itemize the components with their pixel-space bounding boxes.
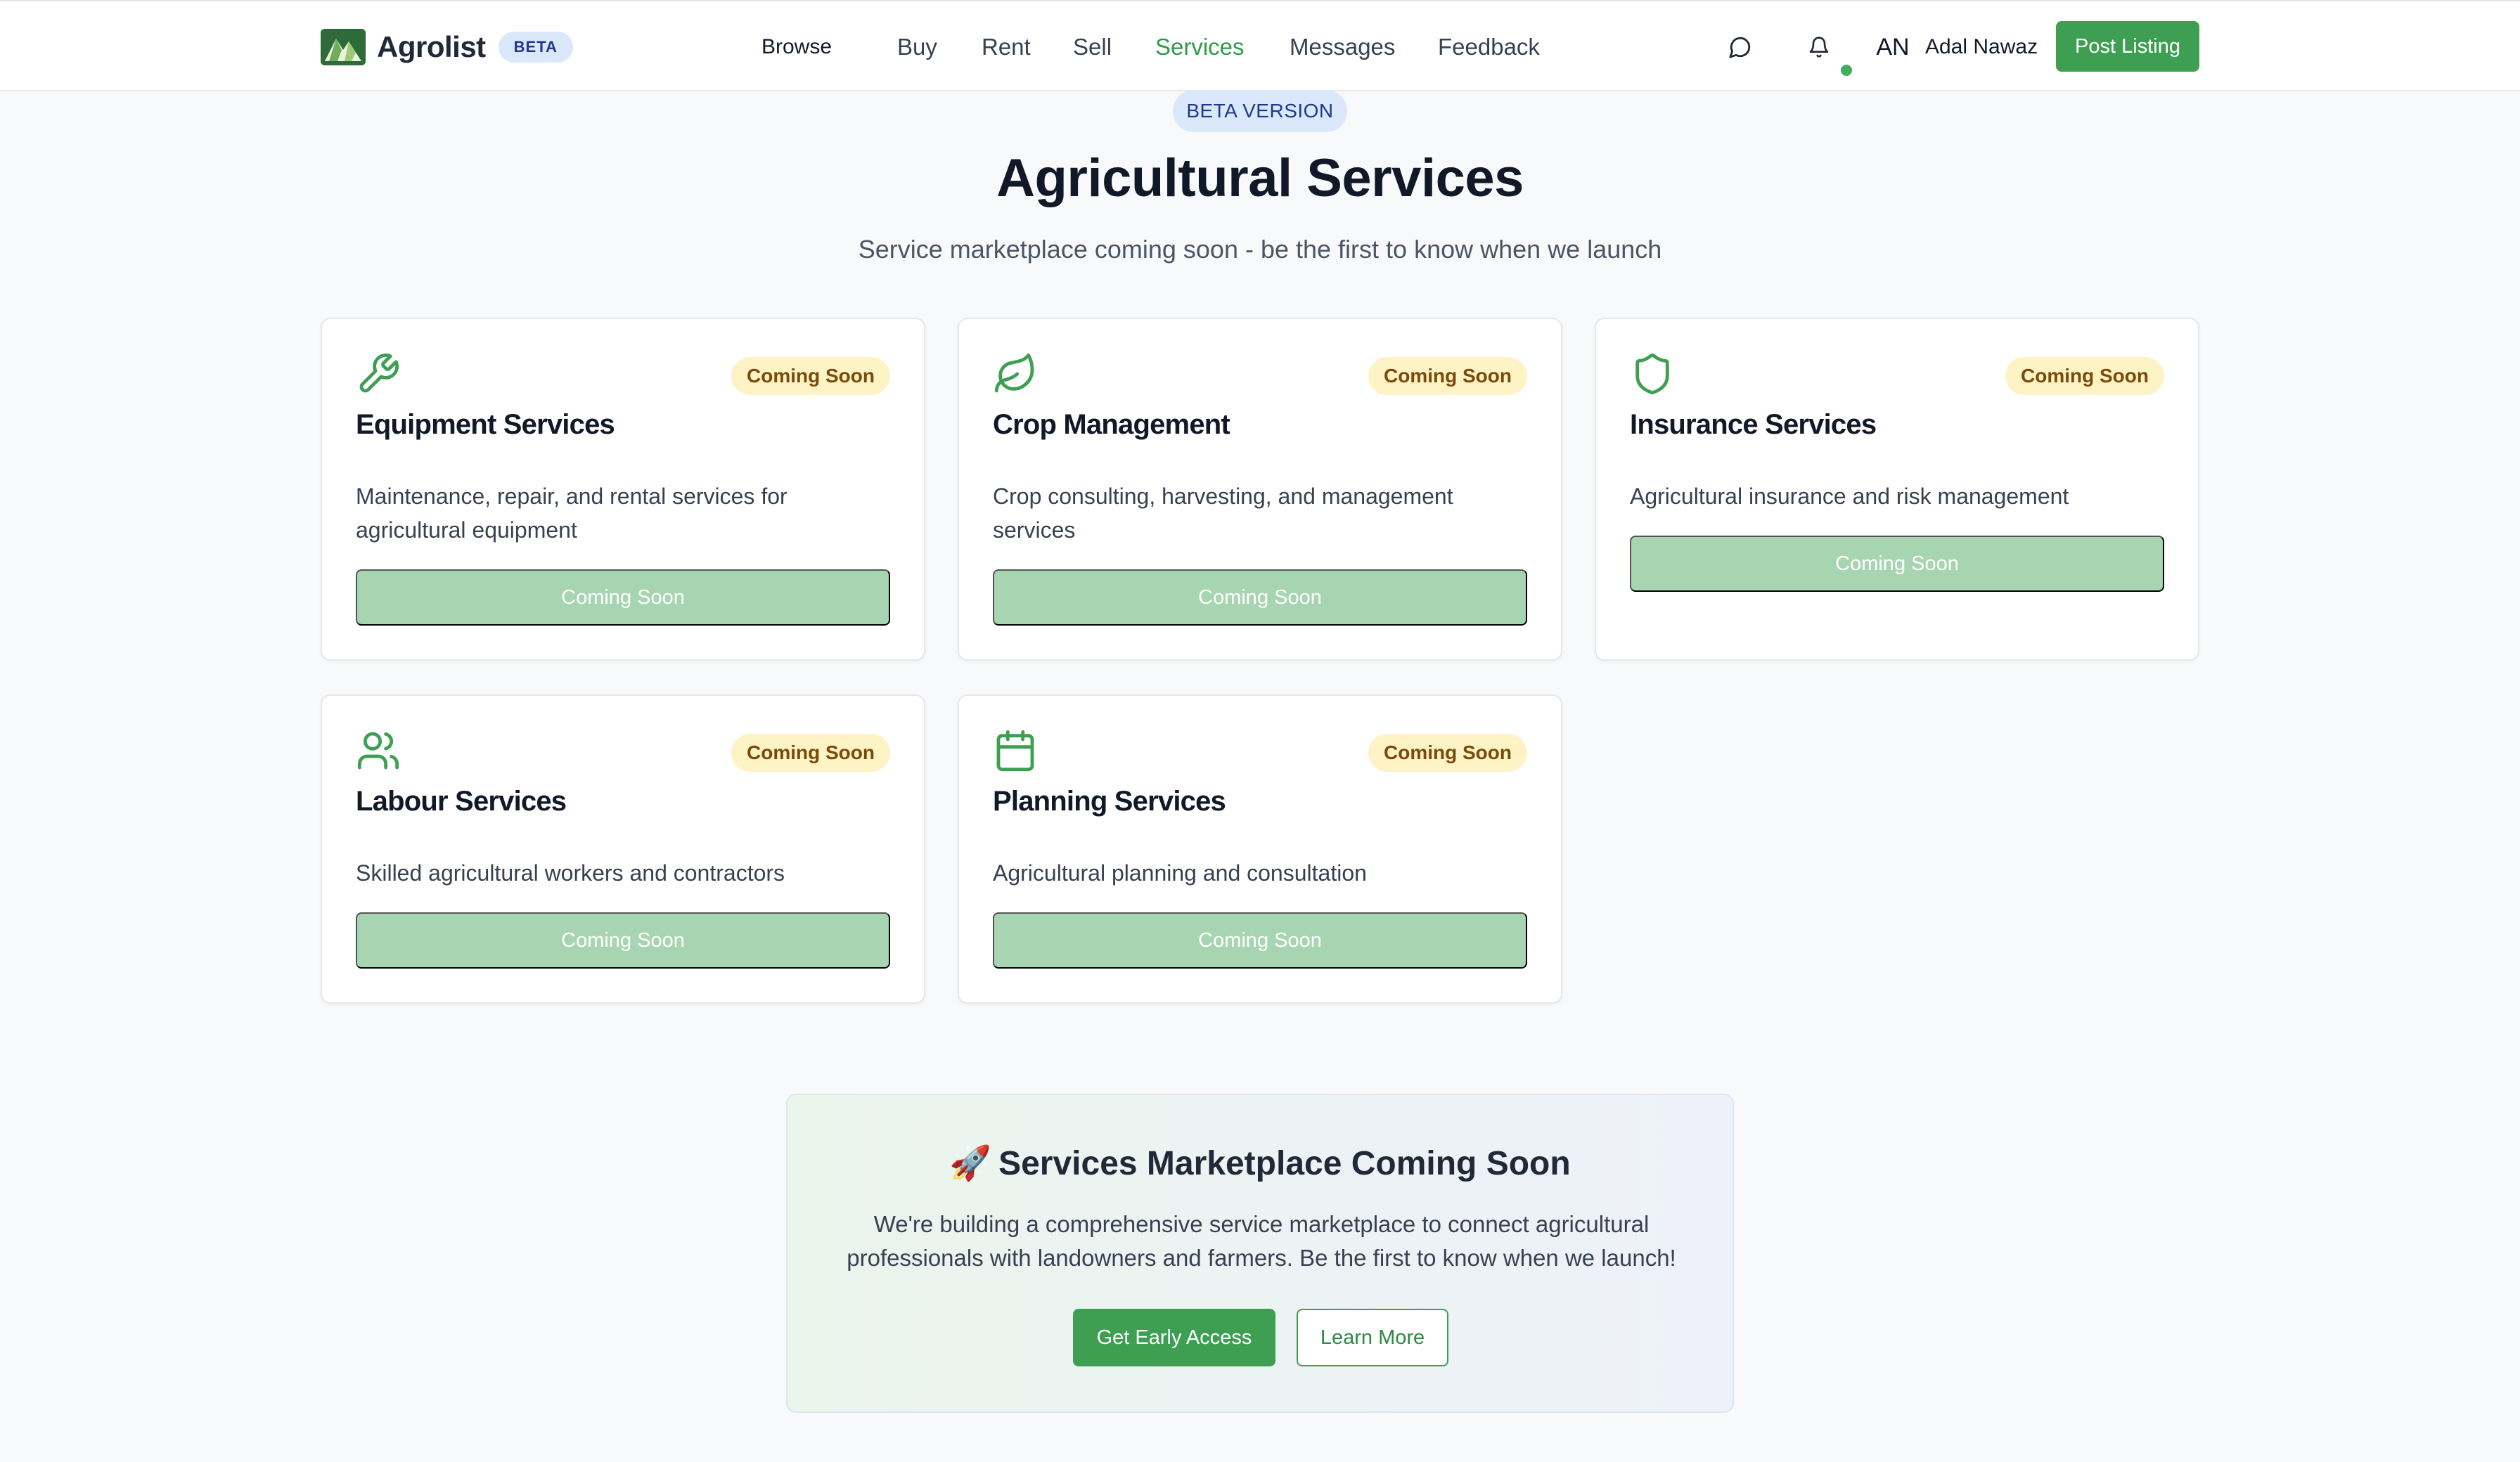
top-navbar: Agrolist BETA Browse Buy Rent Sell Servi… [0, 0, 2520, 91]
beta-badge: BETA [498, 32, 573, 63]
nav-link-browse[interactable]: Browse [761, 30, 832, 65]
leaf-icon [993, 351, 1038, 396]
wrench-icon [356, 351, 401, 396]
brand-name: Agrolist [377, 30, 486, 63]
card-title: Crop Management [993, 409, 1230, 440]
user-name[interactable]: Adal Nawaz [1925, 32, 2038, 62]
coming-soon-button[interactable]: Coming Soon [993, 569, 1527, 626]
coming-soon-badge: Coming Soon [1368, 357, 1527, 395]
get-early-access-button[interactable]: Get Early Access [1073, 1309, 1275, 1366]
card-description: Skilled agricultural workers and contrac… [356, 860, 785, 886]
coming-soon-button[interactable]: Coming Soon [356, 569, 890, 626]
coming-soon-button[interactable]: Coming Soon [356, 912, 890, 969]
card-description: Agricultural insurance and risk manageme… [1630, 484, 2069, 509]
coming-soon-badge: Coming Soon [731, 357, 890, 395]
rocket-icon: 🚀 [949, 1145, 992, 1182]
card-description: Agricultural planning and consultation [993, 860, 1367, 886]
card-title: Labour Services [356, 786, 567, 817]
coming-soon-badge: Coming Soon [1368, 734, 1527, 772]
card-title: Equipment Services [356, 409, 615, 440]
coming-soon-badge: Coming Soon [731, 734, 890, 772]
card-description: Crop consulting, harvesting, and managem… [993, 484, 1453, 543]
post-listing-button[interactable]: Post Listing [2056, 21, 2199, 72]
coming-soon-button[interactable]: Coming Soon [1630, 536, 2164, 592]
service-card-planning: Coming Soon Planning Services Agricultur… [958, 694, 1562, 1004]
card-description: Maintenance, repair, and rental services… [356, 484, 788, 543]
message-icon[interactable] [1723, 30, 1758, 65]
calendar-icon [993, 728, 1038, 773]
service-card-crop: Coming Soon Crop Management Crop consult… [958, 318, 1562, 661]
notification-dot [1841, 65, 1852, 76]
card-title: Insurance Services [1630, 409, 1877, 440]
beta-version-badge: BETA VERSION [1173, 90, 1347, 132]
bell-icon[interactable] [1801, 30, 1837, 65]
nav-link-services[interactable]: Services [1155, 30, 1245, 65]
service-card-labour: Coming Soon Labour Services Skilled agri… [321, 694, 925, 1004]
nav-link-messages[interactable]: Messages [1290, 30, 1395, 65]
nav-link-buy[interactable]: Buy [897, 30, 937, 65]
avatar[interactable]: AN [1866, 27, 1920, 67]
page-title: Agricultural Services [996, 148, 1524, 208]
cta-title: 🚀 Services Marketplace Coming Soon [788, 1143, 1732, 1183]
learn-more-button[interactable]: Learn More [1297, 1309, 1448, 1366]
cta-description: We're building a comprehensive service m… [847, 1211, 1676, 1271]
page-subtitle: Service marketplace coming soon - be the… [858, 235, 1662, 264]
nav-link-sell[interactable]: Sell [1073, 30, 1112, 65]
shield-icon [1630, 351, 1675, 396]
agrolist-logo-icon [321, 29, 366, 65]
coming-soon-badge: Coming Soon [2005, 357, 2164, 395]
service-card-equipment: Coming Soon Equipment Services Maintenan… [321, 318, 925, 661]
coming-soon-button[interactable]: Coming Soon [993, 912, 1527, 969]
brand[interactable]: Agrolist BETA [321, 28, 573, 66]
users-icon [356, 728, 401, 773]
nav-link-rent[interactable]: Rent [982, 30, 1031, 65]
card-title: Planning Services [993, 786, 1226, 817]
cta-title-text: Services Marketplace Coming Soon [998, 1145, 1571, 1182]
service-card-insurance: Coming Soon Insurance Services Agricultu… [1595, 318, 2199, 661]
nav-link-feedback[interactable]: Feedback [1438, 30, 1540, 65]
marketplace-cta: 🚀 Services Marketplace Coming Soon We're … [786, 1094, 1734, 1413]
